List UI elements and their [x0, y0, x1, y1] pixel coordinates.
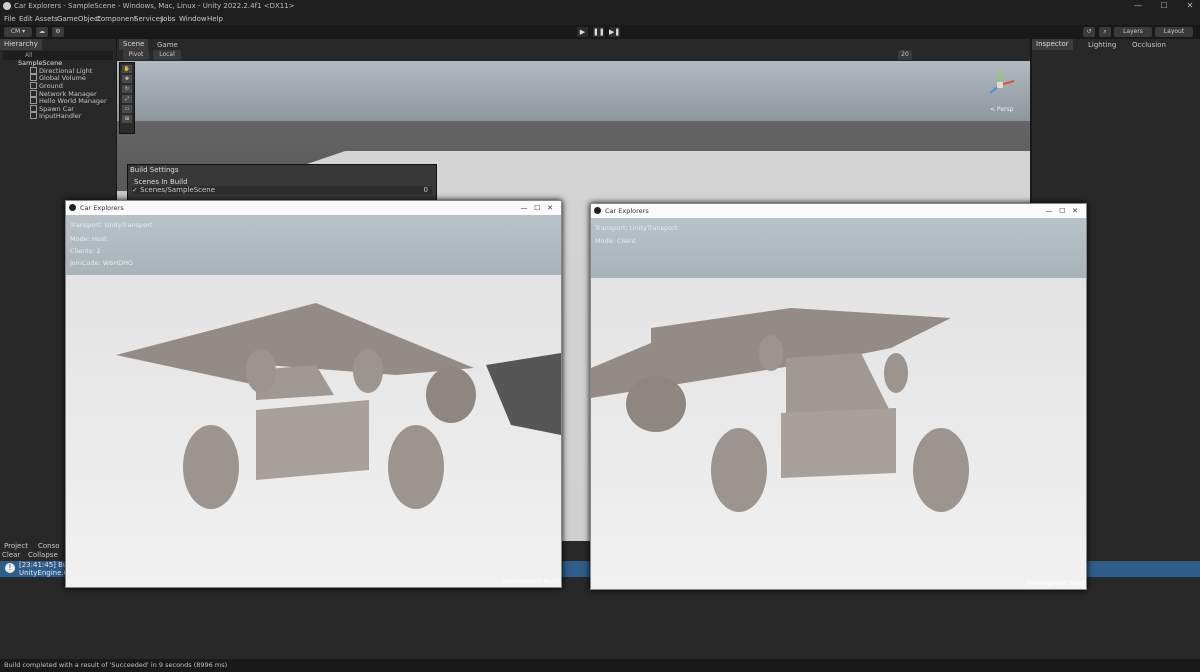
gameobject-icon [30, 90, 37, 97]
development-build-label: Development Build [501, 578, 559, 585]
hud-mode: Mode: Host [70, 235, 107, 243]
pivot-dropdown[interactable]: Pivot [123, 50, 149, 60]
hand-tool-icon[interactable]: ✋ [122, 65, 132, 73]
step-button[interactable]: ▶❚ [609, 27, 620, 37]
local-dropdown[interactable]: Local [153, 50, 181, 60]
gizmo-count[interactable]: 20 [898, 50, 912, 60]
hierarchy-item[interactable]: InputHandler [30, 112, 81, 120]
unity-logo-icon [3, 2, 11, 10]
account-button[interactable]: CM ▾ [4, 27, 32, 37]
tab-occlusion[interactable]: Occlusion [1132, 41, 1166, 49]
tab-lighting[interactable]: Lighting [1088, 41, 1116, 49]
scenes-in-build-label: Scenes In Build [134, 178, 188, 186]
persp-label[interactable]: < Persp [990, 106, 1013, 113]
hud-joincode: JoinCode: W6HDHG [70, 259, 134, 267]
collab-icon[interactable]: ⚙ [52, 27, 64, 37]
car-model [591, 308, 969, 512]
gameobject-icon [30, 112, 37, 119]
scene-view-header: Scene Game Pivot Local 20 [117, 39, 1030, 61]
orientation-gizmo-icon[interactable] [982, 67, 1018, 103]
main-toolbar: CM ▾ ☁ ⚙ ▶ ❚❚ ▶❚ ↺ ⌕ Layers Layout [0, 25, 1200, 40]
clear-button[interactable]: Clear [2, 551, 20, 559]
tab-game[interactable]: Game [157, 41, 178, 49]
checkmark-icon[interactable]: ✓ [132, 186, 140, 194]
scene-index: 0 [423, 186, 428, 194]
game-window-client[interactable]: Car Explorers — ☐ ✕ Transport: UnityTran… [590, 203, 1087, 590]
menu-bar: File Edit Assets GameObject Component Se… [0, 14, 1200, 25]
game-window-host[interactable]: Car Explorers — ☐ ✕ Transport: UnityTran… [65, 200, 562, 588]
hierarchy-item[interactable]: Ground [30, 82, 63, 90]
gameobject-icon [30, 105, 37, 112]
scene-path: Scenes/SampleScene [140, 186, 216, 194]
item-label: Global Volume [39, 74, 86, 82]
gameobject-icon [30, 82, 37, 89]
build-settings-title: Build Settings [130, 166, 179, 174]
pause-button[interactable]: ❚❚ [593, 27, 605, 37]
tab-console[interactable]: Conso [38, 542, 60, 550]
tab-scene[interactable]: Scene [119, 39, 149, 50]
tab-project[interactable]: Project [4, 542, 28, 550]
unity-logo-icon [69, 204, 76, 211]
menu-jobs[interactable]: Jobs [161, 15, 175, 23]
menu-services[interactable]: Services [134, 15, 164, 23]
scene-label: SampleScene [18, 59, 63, 67]
game-window-title: Car Explorers [80, 204, 124, 212]
layers-dropdown[interactable]: Layers [1114, 27, 1152, 37]
minimize-button[interactable]: — [1128, 1, 1148, 10]
collapse-button[interactable]: Collapse [28, 551, 58, 559]
game-window-titlebar: Car Explorers — ☐ ✕ [591, 204, 1086, 218]
tab-hierarchy[interactable]: Hierarchy [0, 39, 42, 50]
search-icon[interactable]: ⌕ [1099, 27, 1111, 37]
item-label: Hello World Manager [39, 97, 107, 105]
hud-transport: Transport: UnityTransport [595, 224, 678, 232]
menu-edit[interactable]: Edit [19, 15, 33, 23]
history-icon[interactable]: ↺ [1083, 27, 1095, 37]
close-icon[interactable]: — ☐ ✕ [1046, 204, 1079, 218]
hierarchy-item[interactable]: Global Volume [30, 74, 86, 82]
layout-dropdown[interactable]: Layout [1155, 27, 1193, 37]
scene-tools: ✋ ✥ ↻ ⤢ ▭ ⊞ [119, 62, 135, 134]
game-viewport[interactable]: Transport: UnityTransport Mode: Host Cli… [66, 215, 561, 587]
tab-inspector[interactable]: Inspector [1032, 39, 1073, 50]
maximize-button[interactable]: ☐ [1154, 1, 1174, 10]
gameobject-icon [30, 97, 37, 104]
car-model [116, 303, 561, 509]
game-window-titlebar: Car Explorers — ☐ ✕ [66, 201, 561, 215]
unity-logo-icon [594, 207, 601, 214]
title-bar: Car Explorers - SampleScene - Windows, M… [0, 0, 1200, 14]
cloud-icon[interactable]: ☁ [36, 27, 48, 37]
hierarchy-scene[interactable]: SampleScene [18, 59, 62, 67]
transform-tool-icon[interactable]: ⊞ [122, 115, 132, 123]
menu-gameobject[interactable]: GameObject [57, 15, 101, 23]
menu-window[interactable]: Window [179, 15, 207, 23]
rect-tool-icon[interactable]: ▭ [122, 105, 132, 113]
hud-clients: Clients: 2 [70, 247, 101, 255]
scale-tool-icon[interactable]: ⤢ [122, 95, 132, 103]
game-window-title: Car Explorers [605, 207, 649, 215]
menu-help[interactable]: Help [207, 15, 223, 23]
close-icon[interactable]: — ☐ ✕ [521, 201, 554, 215]
item-label: InputHandler [39, 112, 82, 120]
rotate-tool-icon[interactable]: ↻ [122, 85, 132, 93]
status-text: Build completed with a result of 'Succee… [4, 661, 228, 669]
status-bar: Build completed with a result of 'Succee… [0, 659, 1200, 672]
item-label: Ground [39, 82, 63, 90]
game-viewport[interactable]: Transport: UnityTransport Mode: Client D… [591, 218, 1086, 589]
hierarchy-item[interactable]: Hello World Manager [30, 97, 107, 105]
hud-mode: Mode: Client [595, 237, 636, 245]
gameobject-icon [30, 74, 37, 81]
move-tool-icon[interactable]: ✥ [122, 75, 132, 83]
scene-list-row[interactable]: ✓ Scenes/SampleScene 0 [132, 186, 432, 194]
development-build-label: Development Build [1026, 580, 1084, 587]
menu-file[interactable]: File [4, 15, 16, 23]
gameobject-icon [30, 67, 37, 74]
hierarchy-header: Hierarchy [0, 39, 116, 50]
menu-component[interactable]: Component [96, 15, 137, 23]
window-title: Car Explorers - SampleScene - Windows, M… [14, 2, 295, 10]
hud-transport: Transport: UnityTransport [70, 221, 153, 229]
info-icon: ! [5, 563, 15, 573]
menu-assets[interactable]: Assets [35, 15, 58, 23]
close-button[interactable]: ✕ [1180, 1, 1200, 10]
play-button[interactable]: ▶ [577, 27, 588, 37]
